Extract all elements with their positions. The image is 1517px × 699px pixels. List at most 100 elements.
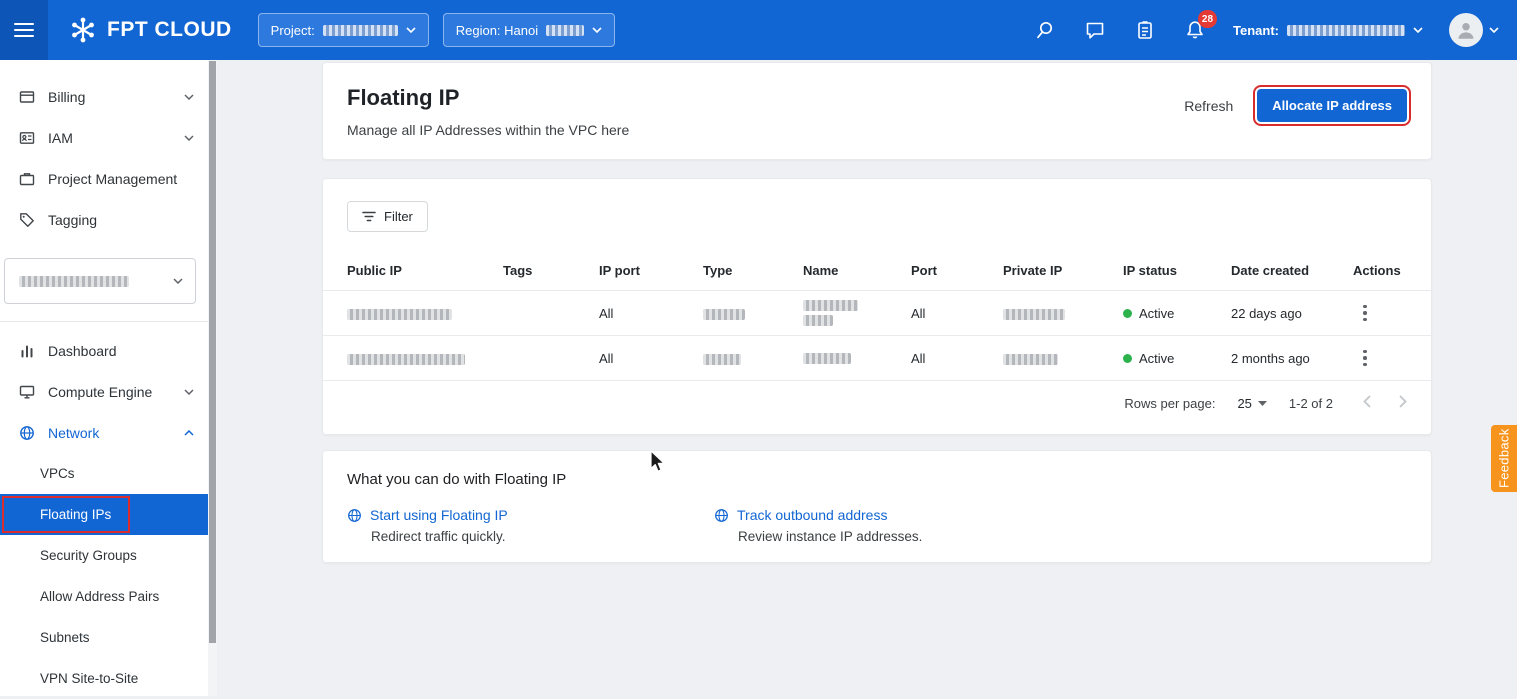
user-icon <box>1455 19 1477 41</box>
table-header-row: Public IP Tags IP port Type Name Port Pr… <box>323 250 1431 290</box>
redacted-selector-value <box>19 276 129 287</box>
track-outbound-address-link[interactable]: Track outbound address <box>737 507 887 523</box>
topbar-actions: 28 Tenant: <box>1033 13 1517 47</box>
sidebar-item-vpn-site-to-site[interactable]: VPN Site-to-Site <box>0 658 208 699</box>
status-label: Active <box>1139 351 1174 366</box>
redacted-name-line1 <box>803 300 858 311</box>
column-header-ip-port: IP port <box>599 263 703 278</box>
iam-icon <box>18 130 36 146</box>
page-title: Floating IP <box>347 85 629 111</box>
chevron-down-icon <box>184 94 194 100</box>
brand-text: FPT CLOUD <box>107 18 232 42</box>
status-active-dot <box>1123 309 1132 318</box>
port-cell: All <box>911 306 1003 321</box>
page-header-text: Floating IP Manage all IP Addresses with… <box>347 85 629 137</box>
sidebar-subitem-label: VPCs <box>40 466 75 481</box>
globe-icon <box>347 508 362 523</box>
chevron-right-icon <box>1399 395 1407 408</box>
project-label: Project: <box>271 23 315 38</box>
redacted-public-ip <box>347 354 465 365</box>
chevron-down-icon <box>1413 27 1423 33</box>
filter-label: Filter <box>384 209 413 224</box>
feedback-tab[interactable]: Feedback <box>1491 425 1517 492</box>
sidebar-item-network[interactable]: Network <box>0 412 208 453</box>
redacted-name-line2 <box>803 315 833 326</box>
hamburger-icon <box>14 22 34 38</box>
tenant-selector[interactable]: Tenant: <box>1233 23 1423 38</box>
redacted-private-ip <box>1003 354 1058 365</box>
support-chat-button[interactable] <box>1083 18 1107 42</box>
refresh-button[interactable]: Refresh <box>1184 98 1233 114</box>
scrollbar-thumb[interactable] <box>209 61 216 643</box>
notifications-button[interactable]: 28 <box>1183 18 1207 42</box>
sidebar-subitem-label: Floating IPs <box>40 507 111 522</box>
table-row: All All Active 2 months ago <box>323 335 1431 380</box>
network-globe-icon <box>18 425 36 441</box>
sidebar-item-allow-address-pairs[interactable]: Allow Address Pairs <box>0 576 208 617</box>
ip-port-cell: All <box>599 351 703 366</box>
menu-button[interactable] <box>0 0 48 60</box>
name-cell <box>803 353 911 364</box>
column-header-private-ip: Private IP <box>1003 263 1123 278</box>
allocate-ip-address-button[interactable]: Allocate IP address <box>1257 89 1407 122</box>
documentation-button[interactable] <box>1133 18 1157 42</box>
sidebar-subitem-label: VPN Site-to-Site <box>40 671 138 686</box>
search-button[interactable] <box>1033 18 1057 42</box>
column-header-ip-status: IP status <box>1123 263 1231 278</box>
next-page-button[interactable] <box>1399 395 1407 411</box>
user-menu-button[interactable] <box>1449 13 1499 47</box>
page-subtitle: Manage all IP Addresses within the VPC h… <box>347 122 629 138</box>
sidebar: Billing IAM Project Management Tagging D… <box>0 60 208 696</box>
region-selector[interactable]: Region: Hanoi <box>443 13 615 47</box>
redacted-type <box>703 309 745 320</box>
filter-icon <box>362 211 376 222</box>
rows-per-page-select[interactable]: 25 <box>1237 396 1266 411</box>
sidebar-divider <box>0 321 208 322</box>
sidebar-item-compute-engine[interactable]: Compute Engine <box>0 371 208 412</box>
sidebar-item-subnets[interactable]: Subnets <box>0 617 208 658</box>
sidebar-item-iam[interactable]: IAM <box>0 117 208 158</box>
help-card-title: What you can do with Floating IP <box>347 471 1407 488</box>
help-item-description: Review instance IP addresses. <box>738 529 922 544</box>
vpc-context-selector[interactable] <box>4 258 196 304</box>
region-label: Region: Hanoi <box>456 23 538 38</box>
chevron-down-icon <box>173 278 183 284</box>
help-item: Start using Floating IP Redirect traffic… <box>347 507 714 544</box>
help-links: Start using Floating IP Redirect traffic… <box>347 507 1407 544</box>
project-selector[interactable]: Project: <box>258 13 429 47</box>
column-header-name: Name <box>803 263 911 278</box>
page-header-actions: Refresh Allocate IP address <box>1184 89 1407 122</box>
row-actions-kebab-button[interactable] <box>1353 301 1377 326</box>
column-header-date-created: Date created <box>1231 263 1353 278</box>
sidebar-item-security-groups[interactable]: Security Groups <box>0 535 208 576</box>
tenant-label: Tenant: <box>1233 23 1279 38</box>
sidebar-item-dashboard[interactable]: Dashboard <box>0 330 208 371</box>
date-created-cell: 2 months ago <box>1231 351 1353 366</box>
row-actions-kebab-button[interactable] <box>1353 346 1377 371</box>
globe-icon <box>714 508 729 523</box>
previous-page-button[interactable] <box>1363 395 1371 411</box>
ip-port-cell: All <box>599 306 703 321</box>
sidebar-subitem-label: Subnets <box>40 630 90 645</box>
sidebar-item-floating-ips[interactable]: Floating IPs <box>0 494 208 535</box>
sidebar-item-label: Tagging <box>48 212 194 228</box>
column-header-public-ip: Public IP <box>347 263 503 278</box>
sidebar-item-vpcs[interactable]: VPCs <box>0 453 208 494</box>
chevron-down-icon <box>1489 27 1499 33</box>
redacted-name-line1 <box>803 353 851 364</box>
sidebar-item-tagging[interactable]: Tagging <box>0 199 208 240</box>
page-header-card: Floating IP Manage all IP Addresses with… <box>322 62 1432 160</box>
project-management-icon <box>18 171 36 187</box>
sidebar-scrollbar[interactable] <box>208 60 217 696</box>
start-using-floating-ip-link[interactable]: Start using Floating IP <box>370 507 508 523</box>
sidebar-item-label: Network <box>48 425 172 441</box>
sidebar-item-billing[interactable]: Billing <box>0 76 208 117</box>
sidebar-item-project-management[interactable]: Project Management <box>0 158 208 199</box>
rows-per-page-value: 25 <box>1237 396 1251 411</box>
filter-button[interactable]: Filter <box>347 201 428 232</box>
redacted-region-name <box>546 25 584 36</box>
port-cell: All <box>911 351 1003 366</box>
sidebar-item-label: Project Management <box>48 171 194 187</box>
sidebar-item-label: Compute Engine <box>48 384 172 400</box>
fpt-cloud-logo-icon <box>68 15 98 45</box>
